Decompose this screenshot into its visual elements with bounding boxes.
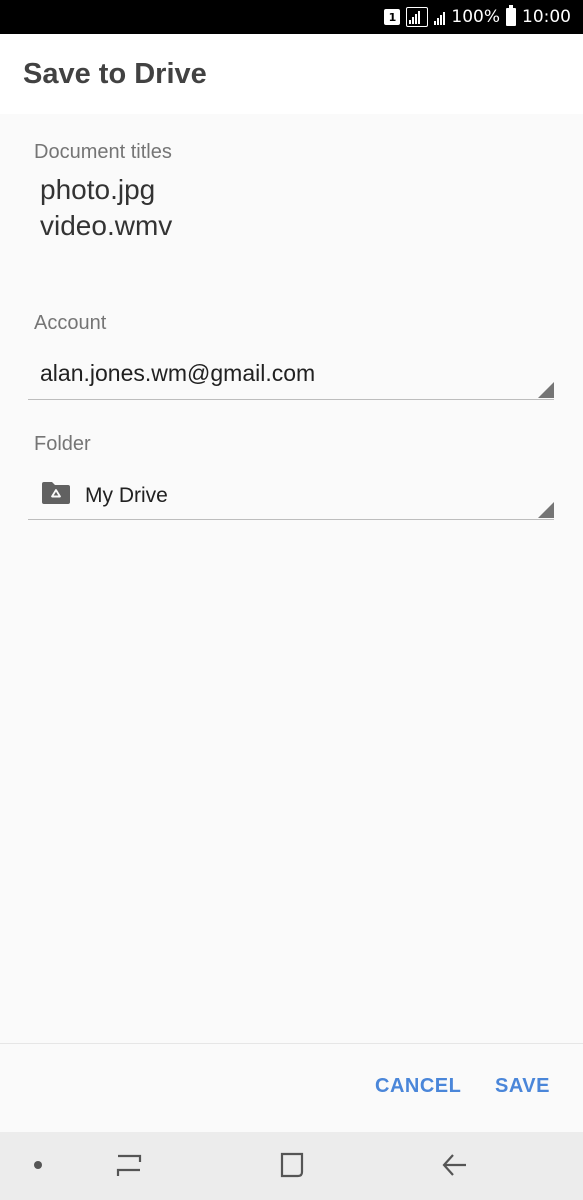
status-bar: 1 100% 10:00 [0,0,583,34]
home-icon[interactable] [262,1132,322,1200]
cancel-button[interactable]: CANCEL [375,1075,461,1098]
document-title-item: photo.jpg [40,174,156,205]
account-value: alan.jones.wm@gmail.com [40,360,316,386]
battery-icon [506,5,516,26]
battery-percent: 100% [451,7,500,27]
folder-label: Folder [34,433,91,455]
recent-apps-icon[interactable] [99,1132,159,1200]
back-icon[interactable] [425,1132,485,1200]
document-title-item: video.wmv [40,210,173,241]
page-title: Save to Drive [23,58,207,90]
clock: 10:00 [522,7,571,27]
account-dropdown[interactable]: alan.jones.wm@gmail.com [28,352,554,400]
actions-divider [0,1043,583,1044]
folder-value: My Drive [85,484,168,507]
account-label: Account [34,312,107,334]
document-titles-label: Document titles [34,141,172,163]
navigation-bar [0,1132,583,1200]
signal-icon [406,7,429,27]
dropdown-arrow-icon [538,382,554,398]
sim-icon: 1 [384,9,401,25]
nav-dot-icon[interactable] [8,1132,68,1200]
save-button[interactable]: SAVE [495,1075,550,1098]
drive-folder-icon [42,482,70,504]
signal-bars-icon [434,9,446,25]
dropdown-arrow-icon [538,502,554,518]
app-bar: Save to Drive [0,34,583,114]
folder-dropdown[interactable]: My Drive [28,472,554,520]
